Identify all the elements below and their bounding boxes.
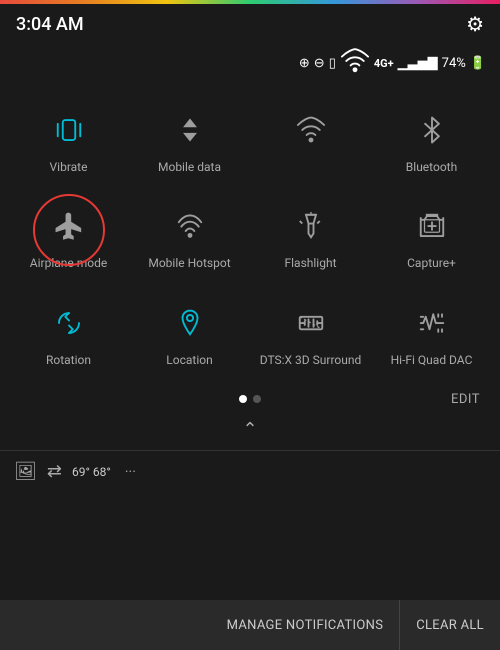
bottom-action-bar: MANAGE NOTIFICATIONS CLEAR ALL	[0, 600, 500, 650]
photo-icon: 🖼	[14, 461, 37, 482]
flashlight-icon	[287, 202, 335, 250]
capture-plus-icon	[408, 202, 456, 250]
tile-hotspot-label: Mobile Hotspot	[148, 256, 230, 270]
tile-location[interactable]: Location	[135, 289, 245, 377]
status-bar: 3:04 AM ⚙	[0, 4, 500, 44]
temperature-text: 69° 68°	[72, 465, 111, 479]
tile-dts-label: DTS:X 3D Surround	[260, 353, 362, 367]
notification-dots: ···	[125, 464, 136, 480]
tile-mobile-hotspot[interactable]: Mobile Hotspot	[135, 192, 245, 280]
battery-icon: 🔋	[470, 56, 486, 71]
bluetooth-icon	[408, 106, 456, 154]
tile-vibrate-label: Vibrate	[50, 160, 88, 174]
tile-hifi-label: Hi-Fi Quad DAC	[391, 353, 473, 367]
battery-percent: 74%	[442, 56, 466, 71]
quick-tiles: Vibrate Mobile data	[0, 86, 500, 377]
edit-button[interactable]: EDIT	[451, 392, 480, 407]
tile-location-label: Location	[166, 353, 212, 367]
status-time: 3:04 AM	[16, 14, 84, 35]
manage-notifications-button[interactable]: MANAGE NOTIFICATIONS	[211, 618, 400, 633]
tile-airplane-label: Airplane mode	[30, 256, 107, 270]
tile-rotation-label: Rotation	[46, 353, 91, 367]
clear-all-button[interactable]: CLEAR ALL	[399, 600, 500, 650]
signal-icon: ▁▃▅▇	[398, 56, 438, 71]
tile-flashlight[interactable]: Flashlight	[256, 192, 366, 280]
tile-dts[interactable]: DTS:X 3D Surround	[256, 289, 366, 377]
settings-icon[interactable]: ⚙	[466, 12, 484, 36]
mobile-data-icon	[166, 106, 214, 154]
expand-handle[interactable]: ⌃	[0, 413, 500, 450]
tile-capture-label: Capture+	[407, 256, 456, 270]
tile-hifi-dac[interactable]: Hi-Fi Quad DAC	[377, 289, 487, 377]
tile-bluetooth[interactable]: Bluetooth	[377, 96, 487, 184]
brightness-down-icon: ⊖	[314, 56, 325, 71]
tile-mobile-data[interactable]: Mobile data	[135, 96, 245, 184]
status-icons-row: ⊕ ⊖ ▯ 4G+ ▁▃▅▇ 74% 🔋	[0, 44, 500, 86]
airplane-icon	[45, 202, 93, 250]
tile-wifi[interactable]	[256, 96, 366, 184]
transfer-icon: ⇄	[47, 461, 62, 482]
tiles-row-1: Vibrate Mobile data	[8, 96, 492, 184]
tile-rotation[interactable]: Rotation	[14, 289, 124, 377]
pagination: EDIT	[0, 385, 500, 413]
notification-bar: 🖼 ⇄ 69° 68° ···	[0, 450, 500, 492]
tile-airplane-mode[interactable]: Airplane mode	[14, 192, 124, 280]
pagination-dot-2[interactable]	[253, 395, 261, 403]
hotspot-icon	[166, 202, 214, 250]
rotation-icon	[45, 299, 93, 347]
lte-icon: 4G+	[374, 57, 394, 70]
location-icon	[166, 299, 214, 347]
tiles-row-2: Airplane mode Mobile Hotspot	[8, 192, 492, 280]
chevron-up-icon: ⌃	[242, 419, 257, 440]
vibrate-icon	[45, 106, 93, 154]
tiles-row-3: Rotation Location DTS:X 3D Surround	[8, 289, 492, 377]
tile-flashlight-label: Flashlight	[285, 256, 337, 270]
dts-icon	[287, 299, 335, 347]
hifi-dac-icon	[408, 299, 456, 347]
tile-vibrate[interactable]: Vibrate	[14, 96, 124, 184]
brightness-up-icon: ⊕	[299, 56, 310, 71]
tile-capture-plus[interactable]: Capture+	[377, 192, 487, 280]
battery-saver-icon: ▯	[329, 56, 336, 71]
wifi-icon	[340, 46, 370, 80]
wifi-tile-icon	[287, 106, 335, 154]
tile-bluetooth-label: Bluetooth	[406, 160, 457, 174]
pagination-dot-1[interactable]	[239, 395, 247, 403]
tile-mobile-data-label: Mobile data	[158, 160, 221, 174]
